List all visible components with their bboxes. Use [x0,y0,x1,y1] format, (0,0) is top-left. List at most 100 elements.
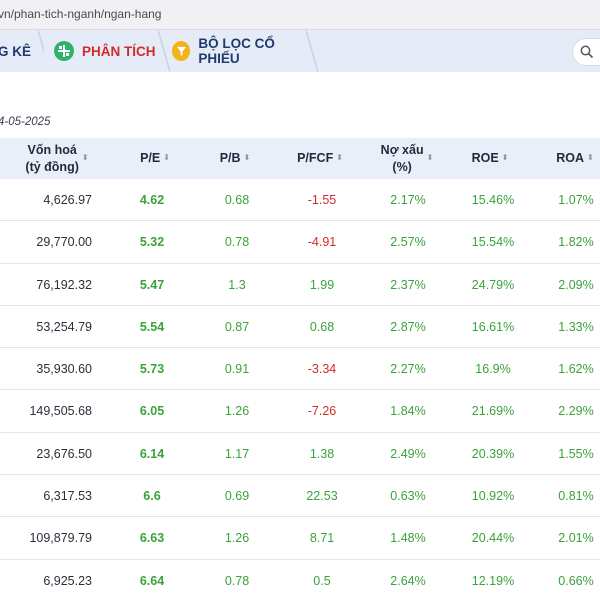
roa-cell: 1.62% [558,362,594,377]
npl-cell: 1.48% [390,531,426,546]
address-bar[interactable]: vn/phan-tich-nganh/ngan-hang [0,0,600,30]
pb-cell: 0.91 [224,362,250,377]
tab-divider [306,30,318,72]
pb-cell: 0.78 [224,235,250,250]
header-text: Nợ xấu [380,142,424,157]
header-text: P/E [140,151,161,166]
pe-cell: 5.32 [139,235,165,250]
pfcf-cell: 0.68 [309,319,335,334]
tab-statistics[interactable]: G KÊ [0,30,50,72]
sort-icon[interactable]: ⬍ [82,153,89,164]
roa-cell: 1.33% [558,319,594,334]
header-text: ROE [471,151,499,166]
sort-icon[interactable]: ⬍ [336,153,343,164]
pe-cell: 5.73 [139,362,165,377]
header-text: (tỷ đồng) [25,159,79,174]
header-text: P/B [219,151,241,166]
column-header-pb[interactable]: P/B ⬍ [200,138,270,179]
roe-cell: 20.44% [471,531,515,546]
sort-icon[interactable]: ⬍ [502,153,509,164]
sort-icon[interactable]: ⬍ [587,153,594,164]
npl-cell: 1.84% [390,404,426,419]
market-cap-cell: 6,925.23 [43,573,92,588]
pfcf-cell: -4.91 [307,235,337,250]
search-icon[interactable] [580,45,594,59]
table-row[interactable]: 149,505.68 6.05 1.26 -7.26 1.84% 21.69% 2.29% [0,390,600,433]
table-row[interactable]: 23,676.50 6.14 1.17 1.38 2.49% 20.39% 1.55% [0,433,600,476]
npl-cell: 2.49% [390,446,426,461]
table-body: 4,626.97 4.62 0.68 -1.55 2.17% 15.46% 1.07% 29,… [0,179,600,600]
tab-statistics-label: G KÊ [0,43,32,59]
roa-cell: 1.55% [558,446,594,461]
pe-cell: 6.14 [139,446,165,461]
market-cap-cell: 6,317.53 [43,489,92,504]
tab-analysis-label: PHÂN TÍCH [82,43,156,59]
roa-cell: 1.82% [558,235,594,250]
sort-icon[interactable]: ⬍ [244,153,251,164]
roe-cell: 15.54% [471,235,515,250]
column-header-pfcf[interactable]: P/FCF ⬍ [280,138,360,179]
column-header-npl[interactable]: Nợ xấu (%) ⬍ [372,138,442,179]
roe-cell: 24.79% [471,277,515,292]
tab-stock-filter[interactable]: BỘ LỌC CỔ PHIẾU [162,30,318,72]
roa-cell: 2.01% [558,531,594,546]
roe-cell: 16.61% [471,319,515,334]
table-header: Vốn hoá (tỷ đồng) ⬍ P/E ⬇ P/B ⬍ P/FCF ⬍ N… [0,138,600,179]
roa-cell: 0.66% [558,573,594,588]
roa-cell: 2.29% [558,404,594,419]
sort-icon[interactable]: ⬍ [427,153,434,164]
table-row[interactable]: 35,930.60 5.73 0.91 -3.34 2.27% 16.9% 1.62% [0,348,600,391]
tab-analysis[interactable]: PHÂN TÍCH [44,30,170,72]
pfcf-cell: -1.55 [307,193,337,207]
roe-cell: 10.92% [471,489,515,504]
market-cap-cell: 76,192.32 [36,277,92,292]
roa-cell: 0.81% [558,489,594,504]
table-row[interactable]: 6,925.23 6.64 0.78 0.5 2.64% 12.19% 0.66% [0,560,600,600]
url-text[interactable]: vn/phan-tich-nganh/ngan-hang [0,7,161,21]
pe-cell: 6.05 [139,404,165,419]
npl-cell: 2.57% [390,235,426,250]
table-row[interactable]: 6,317.53 6.6 0.69 22.53 0.63% 10.92% 0.81% [0,475,600,518]
pb-cell: 1.17 [224,446,250,461]
pe-cell: 6.63 [139,531,165,546]
npl-cell: 2.27% [390,362,426,377]
table-row[interactable]: 76,192.32 5.47 1.3 1.99 2.37% 24.79% 2.09% [0,264,600,306]
pfcf-cell: -3.34 [307,362,337,377]
header-text: P/FCF [297,151,334,166]
npl-cell: 2.87% [390,319,426,334]
npl-cell: 2.17% [390,193,426,207]
pb-cell: 0.69 [224,489,250,504]
market-cap-cell: 23,676.50 [36,446,92,461]
top-nav: G KÊ PHÂN TÍCH BỘ LỌC CỔ PHIẾU [0,30,600,72]
pfcf-cell: 0.5 [313,573,331,588]
pfcf-cell: 1.38 [309,446,335,461]
pb-cell: 1.26 [224,531,250,546]
column-header-roa[interactable]: ROA ⬍ [545,138,600,179]
pe-cell: 5.47 [139,277,165,292]
header-text: Vốn hoá [27,142,77,157]
pfcf-cell: -7.26 [307,404,337,419]
table-row[interactable]: 53,254.79 5.54 0.87 0.68 2.87% 16.61% 1.33% [0,306,600,349]
sort-desc-icon[interactable]: ⬇ [163,153,170,164]
pe-cell: 5.54 [139,319,165,334]
market-cap-cell: 4,626.97 [43,193,92,207]
market-cap-cell: 149,505.68 [29,404,92,419]
market-cap-cell: 53,254.79 [36,319,92,334]
header-text: ROA [556,151,585,166]
column-header-market-cap[interactable]: Vốn hoá (tỷ đồng) ⬍ [12,138,102,179]
market-cap-cell: 29,770.00 [36,235,92,250]
pe-cell: 6.6 [143,489,161,504]
roe-cell: 16.9% [475,362,511,377]
market-cap-cell: 35,930.60 [36,362,92,377]
roa-cell: 1.07% [558,193,594,207]
table-row[interactable]: 109,879.79 6.63 1.26 8.71 1.48% 20.44% 2.01% [0,517,600,560]
pb-cell: 0.78 [224,573,250,588]
column-header-pe[interactable]: P/E ⬇ [120,138,190,179]
column-header-roe[interactable]: ROE ⬍ [455,138,525,179]
roe-cell: 20.39% [471,446,515,461]
search-input[interactable] [572,38,600,66]
table-row[interactable]: 29,770.00 5.32 0.78 -4.91 2.57% 15.54% 1.82% [0,221,600,264]
table-row[interactable]: 4,626.97 4.62 0.68 -1.55 2.17% 15.46% 1.07% [0,179,600,222]
filter-icon [172,41,191,61]
analysis-icon [54,41,74,61]
